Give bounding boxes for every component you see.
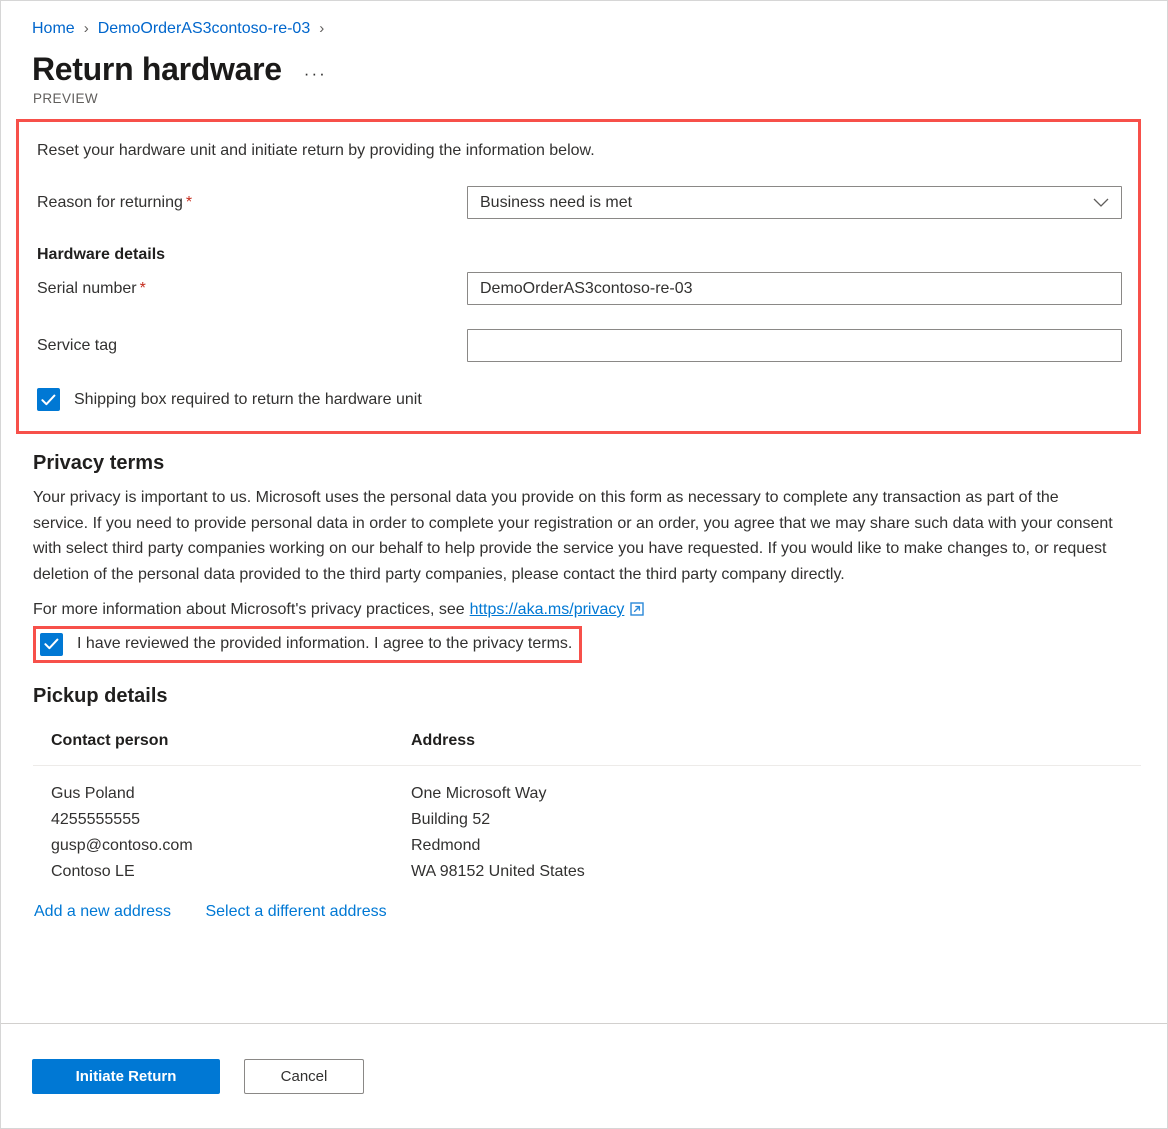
select-different-address-link[interactable]: Select a different address [205, 903, 386, 920]
required-asterisk: * [185, 193, 193, 211]
serial-number-label-text: Serial number [37, 279, 137, 297]
hardware-details-heading: Hardware details [37, 246, 166, 263]
more-options-icon[interactable]: ··· [304, 65, 327, 82]
reason-dropdown[interactable]: Business need is met [467, 186, 1122, 219]
serial-number-control: DemoOrderAS3contoso-re-03 [467, 272, 1122, 305]
service-tag-label-text: Service tag [37, 336, 118, 354]
privacy-more-info-text: For more information about Microsoft's p… [33, 601, 465, 618]
privacy-consent-checkbox-row[interactable]: I have reviewed the provided information… [40, 632, 573, 656]
privacy-consent-label: I have reviewed the provided information… [77, 635, 573, 652]
shipping-box-checkbox[interactable] [37, 388, 60, 411]
field-service-tag: Service tag [35, 329, 1122, 362]
shipping-box-label: Shipping box required to return the hard… [74, 390, 422, 408]
return-hardware-blade: Home › DemoOrderAS3contoso-re-03 › Retur… [0, 0, 1168, 1129]
service-tag-label: Service tag [35, 337, 467, 355]
reason-selected-value: Business need is met [480, 193, 633, 211]
privacy-consent-highlight-box: I have reviewed the provided information… [33, 625, 583, 663]
shipping-box-checkbox-row[interactable]: Shipping box required to return the hard… [35, 388, 1122, 411]
initiate-return-button[interactable]: Initiate Return [32, 1058, 220, 1094]
breadcrumb-item-home[interactable]: Home [32, 19, 75, 39]
title-row: Return hardware ··· [1, 39, 1167, 88]
address-city: Redmond [411, 836, 481, 854]
contact-company: Contoso LE [51, 862, 135, 880]
pickup-details-section: Pickup details Contact person Address Gu… [1, 663, 1167, 921]
address-action-links: Add a new address Select a different add… [33, 903, 1141, 921]
address-cell: One Microsoft Way Building 52 Redmond WA… [393, 765, 1141, 885]
serial-number-input[interactable]: DemoOrderAS3contoso-re-03 [467, 272, 1122, 305]
field-reason-for-returning: Reason for returning * Business need is m… [35, 186, 1122, 219]
cancel-button[interactable]: Cancel [244, 1058, 364, 1094]
breadcrumb-separator-icon: › [319, 20, 325, 37]
privacy-consent-checkbox[interactable] [40, 632, 63, 656]
address-region: WA 98152 United States [411, 862, 585, 880]
external-link-icon[interactable] [630, 602, 645, 616]
contact-name: Gus Poland [51, 784, 135, 802]
reason-label-text: Reason for returning [37, 193, 183, 211]
add-new-address-link[interactable]: Add a new address [34, 903, 171, 920]
contact-person-cell: Gus Poland 4255555555 gusp@contoso.com C… [33, 765, 393, 885]
pickup-details-heading: Pickup details [33, 684, 168, 707]
field-serial-number: Serial number * DemoOrderAS3contoso-re-03 [35, 272, 1122, 305]
service-tag-input[interactable] [467, 329, 1122, 362]
pickup-details-table: Contact person Address Gus Poland 425555… [33, 717, 1141, 885]
contact-email: gusp@contoso.com [51, 836, 193, 854]
required-asterisk: * [139, 279, 146, 297]
serial-number-value: DemoOrderAS3contoso-re-03 [480, 279, 693, 297]
breadcrumb-item-order[interactable]: DemoOrderAS3contoso-re-03 [98, 19, 311, 39]
page-title: Return hardware [32, 51, 282, 87]
serial-number-label: Serial number * [35, 280, 467, 298]
privacy-terms-paragraph: Your privacy is important to us. Microso… [33, 489, 1113, 583]
privacy-more-info-line: For more information about Microsoft's p… [33, 597, 1141, 623]
preview-badge: PREVIEW [33, 91, 99, 106]
privacy-terms-heading: Privacy terms [33, 452, 165, 474]
column-header-contact-person: Contact person [33, 717, 393, 766]
reason-control: Business need is met [467, 186, 1122, 219]
breadcrumb: Home › DemoOrderAS3contoso-re-03 › [1, 1, 1167, 39]
footer-action-bar: Initiate Return Cancel [1, 1023, 1167, 1128]
table-row: Gus Poland 4255555555 gusp@contoso.com C… [33, 765, 1141, 885]
breadcrumb-separator-icon: › [83, 20, 89, 37]
service-tag-control [467, 329, 1122, 362]
address-line2: Building 52 [411, 810, 491, 828]
address-line1: One Microsoft Way [411, 784, 547, 802]
chevron-down-icon [1093, 198, 1109, 208]
hardware-form-highlight-box: Reset your hardware unit and initiate re… [16, 119, 1141, 434]
reason-label: Reason for returning * [35, 194, 467, 212]
table-header-row: Contact person Address [33, 717, 1141, 766]
privacy-policy-link[interactable]: https://aka.ms/privacy [470, 597, 625, 623]
contact-phone: 4255555555 [51, 810, 140, 828]
form-intro-text: Reset your hardware unit and initiate re… [37, 142, 595, 159]
privacy-terms-section: Privacy terms Your privacy is important … [1, 434, 1167, 663]
column-header-address: Address [393, 717, 1141, 766]
